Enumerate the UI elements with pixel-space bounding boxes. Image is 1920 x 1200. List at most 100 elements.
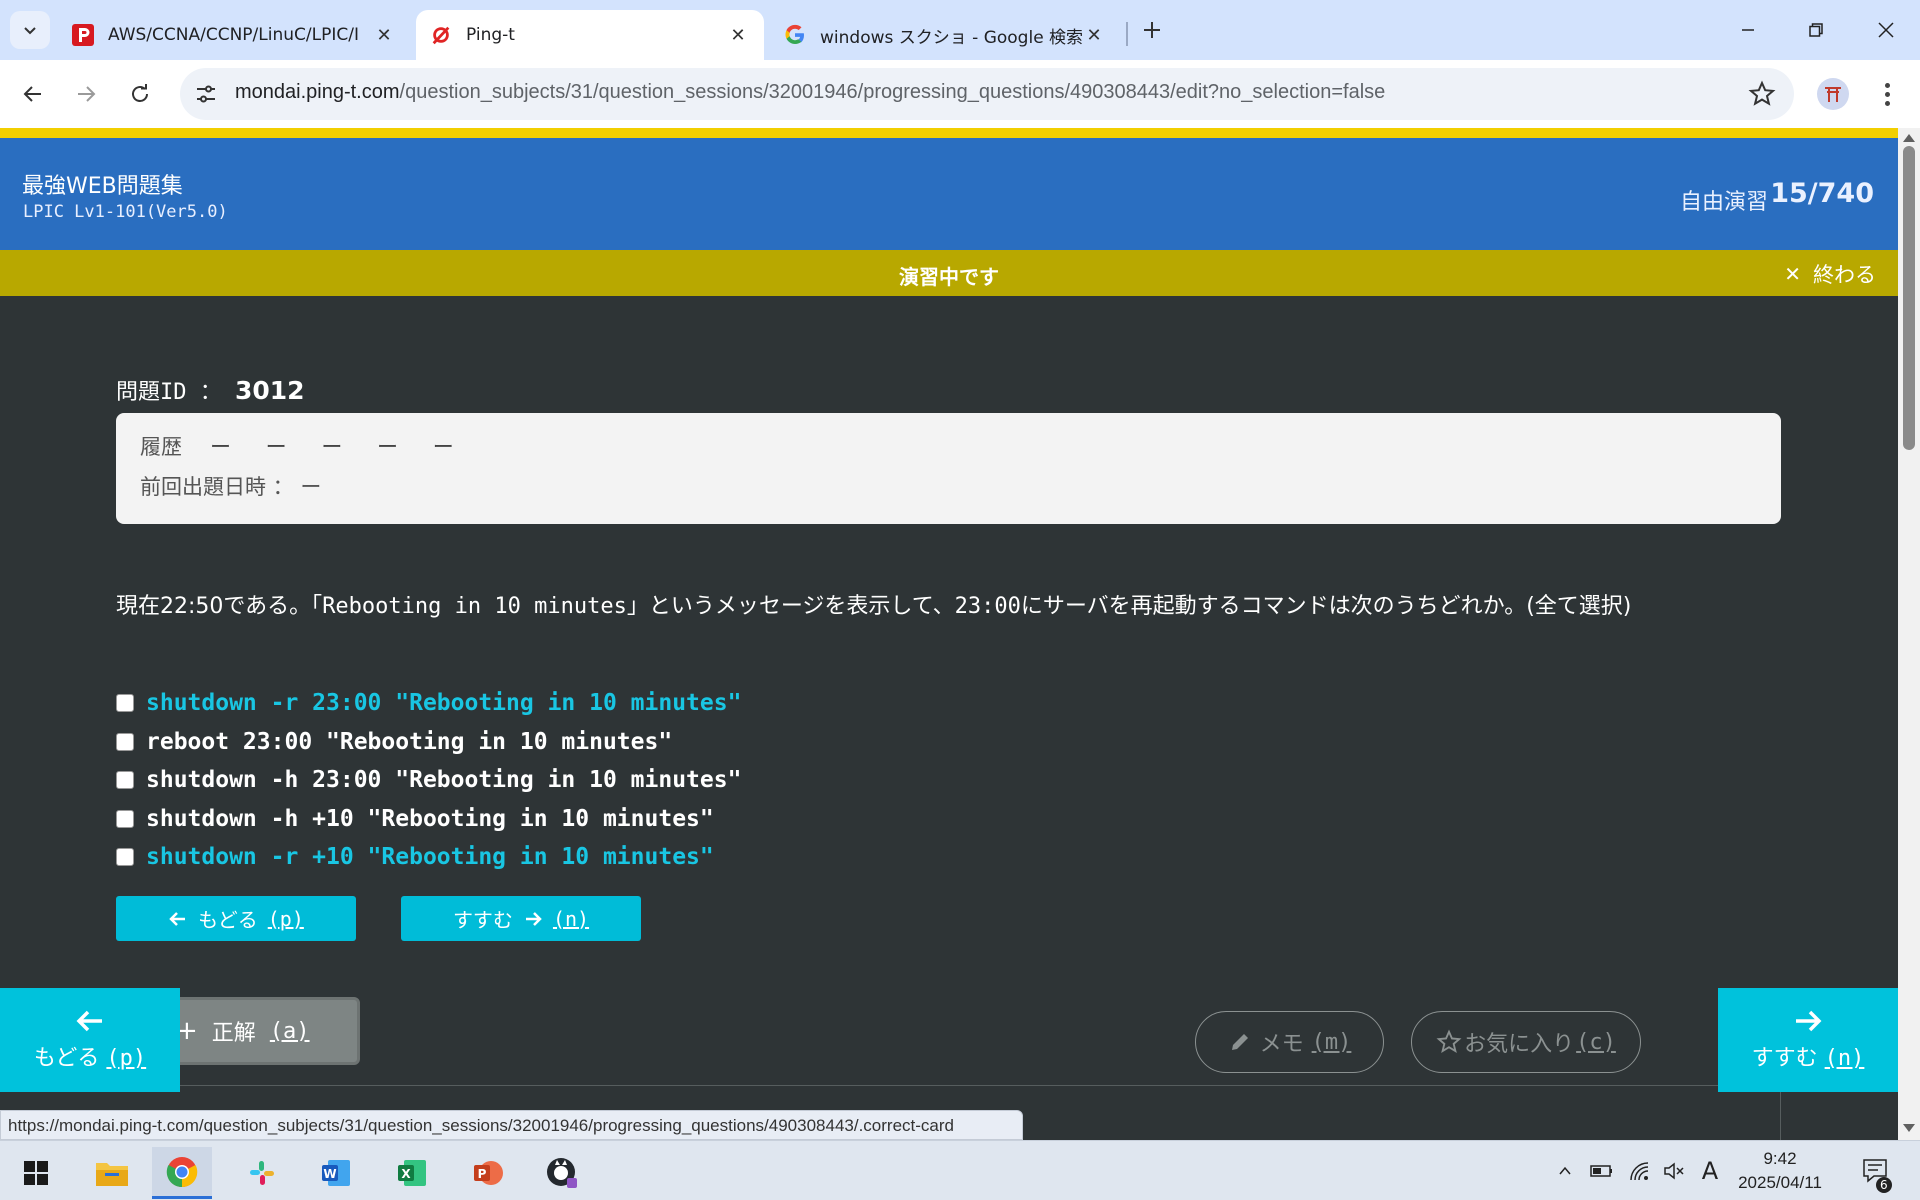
close-tab-icon[interactable]: ✕	[1082, 25, 1106, 46]
address-bar[interactable]: mondai.ping-t.com/question_subjects/31/q…	[180, 68, 1794, 120]
slack-icon[interactable]	[232, 1147, 292, 1199]
clock-time: 9:42	[1763, 1149, 1797, 1168]
battery-icon[interactable]	[1588, 1141, 1616, 1200]
browser-menu-button[interactable]	[1872, 78, 1902, 110]
link-hover-status: https://mondai.ping-t.com/question_subje…	[0, 1110, 1023, 1140]
chrome-taskbar-icon[interactable]	[152, 1147, 212, 1199]
mode-label: 自由演習	[1679, 190, 1768, 215]
plus-icon	[1144, 22, 1160, 38]
side-back-label: もどる	[33, 1046, 100, 1071]
tab-ping-t[interactable]: Ping-t ✕	[416, 10, 764, 60]
option-checkbox[interactable]	[116, 848, 134, 867]
arrow-left-icon	[23, 86, 41, 102]
question-text-part: 現在22:50である。「	[116, 594, 323, 619]
question-id: 問題ID ： 3012	[116, 374, 305, 406]
side-next-shortcut: (n)	[1824, 1046, 1865, 1071]
github-desktop-icon[interactable]	[532, 1147, 592, 1199]
site-settings-icon[interactable]	[194, 82, 218, 106]
forward-button[interactable]	[68, 76, 104, 112]
back-question-button[interactable]: もどる (p)	[116, 896, 356, 941]
option-checkbox[interactable]	[116, 732, 134, 751]
option-checkbox[interactable]	[116, 809, 134, 828]
reload-icon	[132, 84, 148, 102]
svg-text:W: W	[323, 1167, 336, 1181]
tab-aws[interactable]: AWS/CCNA/CCNP/LinuC/LPIC/I ✕	[58, 10, 410, 60]
url-text[interactable]: mondai.ping-t.com/question_subjects/31/q…	[235, 81, 1385, 104]
new-tab-button[interactable]	[1136, 14, 1168, 46]
back-label: もどる	[198, 908, 258, 932]
ime-indicator[interactable]: A	[1696, 1141, 1724, 1200]
scroll-down-arrow[interactable]	[1903, 1124, 1915, 1132]
tab-title: windows スクショ - Google 検索	[820, 27, 1082, 48]
question-code: Rebooting in 10 minutes	[322, 594, 627, 619]
option-text[interactable]: shutdown -h +10 "Rebooting in 10 minutes…	[146, 806, 714, 832]
option-4[interactable]: shutdown -h +10 "Rebooting in 10 minutes…	[116, 800, 741, 839]
file-explorer-icon[interactable]	[82, 1147, 142, 1199]
arrow-right-icon	[525, 911, 542, 926]
option-2[interactable]: reboot 23:00 "Rebooting in 10 minutes"	[116, 723, 741, 762]
restore-icon	[1809, 23, 1823, 37]
option-text[interactable]: shutdown -h 23:00 "Rebooting in 10 minut…	[146, 767, 741, 793]
svg-text:X: X	[401, 1167, 411, 1181]
show-answer-button[interactable]: + 正解 (a)	[155, 997, 360, 1065]
option-text[interactable]: shutdown -r 23:00 "Rebooting in 10 minut…	[146, 690, 741, 716]
history-values: ー ー ー ー ー	[210, 435, 468, 459]
next-label: すすむ	[452, 908, 513, 932]
volume-muted-icon[interactable]	[1660, 1141, 1688, 1200]
close-icon	[1878, 22, 1894, 38]
option-5[interactable]: shutdown -r +10 "Rebooting in 10 minutes…	[116, 838, 741, 877]
notification-center-button[interactable]: 6	[1856, 1141, 1896, 1200]
show-hidden-icons-button[interactable]	[1552, 1141, 1578, 1200]
minimize-button[interactable]	[1728, 12, 1768, 48]
taskbar-clock[interactable]: 9:42 2025/04/11	[1730, 1147, 1830, 1195]
svg-text:P: P	[478, 1167, 487, 1181]
powerpoint-icon[interactable]: P	[458, 1147, 518, 1199]
arrow-left-icon	[76, 1010, 102, 1032]
tab-separator	[1126, 22, 1128, 46]
page-scrollbar[interactable]	[1898, 128, 1920, 1140]
option-checkbox[interactable]	[116, 771, 134, 790]
scroll-up-arrow[interactable]	[1903, 134, 1915, 142]
windows-taskbar: W X P A 9:42 2025/04/11 6	[0, 1140, 1920, 1200]
answer-options: shutdown -r 23:00 "Rebooting in 10 minut…	[116, 684, 741, 877]
option-text[interactable]: reboot 23:00 "Rebooting in 10 minutes"	[146, 729, 672, 755]
site-header: 最強WEB問題集 LPIC Lv1-101(Ver5.0) 自由演習 15/74…	[0, 138, 1898, 250]
tab-google[interactable]: windows スクショ - Google 検索 ✕	[770, 10, 1120, 60]
close-window-button[interactable]	[1866, 12, 1906, 48]
restore-button[interactable]	[1796, 12, 1836, 48]
browser-tab-bar: AWS/CCNA/CCNP/LinuC/LPIC/I ✕ Ping-t ✕ wi…	[0, 0, 1920, 60]
side-next-button[interactable]: すすむ (n)	[1718, 988, 1898, 1092]
option-text[interactable]: shutdown -r +10 "Rebooting in 10 minutes…	[146, 844, 714, 870]
site-title[interactable]: 最強WEB問題集	[22, 168, 183, 200]
ping-t-logo-icon	[430, 24, 452, 46]
reload-button[interactable]	[122, 76, 158, 112]
excel-icon[interactable]: X	[382, 1147, 442, 1199]
next-question-button[interactable]: すすむ (n)	[401, 896, 641, 941]
tab-search-button[interactable]	[10, 11, 50, 49]
profile-avatar[interactable]	[1817, 78, 1849, 110]
next-shortcut: (n)	[552, 906, 590, 931]
close-tab-icon[interactable]: ✕	[372, 25, 396, 46]
divider	[116, 1085, 1781, 1086]
url-path: /question_subjects/31/question_sessions/…	[399, 81, 1386, 103]
start-button[interactable]	[6, 1147, 66, 1199]
option-checkbox[interactable]	[116, 694, 134, 713]
bookmark-star-icon[interactable]	[1748, 80, 1776, 108]
ping-t-p-icon	[72, 24, 94, 46]
back-button[interactable]	[15, 76, 51, 112]
question-text: 現在22:50である。「Rebooting in 10 minutes」というメ…	[116, 588, 1631, 620]
side-back-button[interactable]: もどる (p)	[0, 988, 180, 1092]
favorite-button[interactable]: お気に入り (c)	[1411, 1011, 1641, 1073]
close-tab-icon[interactable]: ✕	[726, 25, 750, 46]
option-3[interactable]: shutdown -h 23:00 "Rebooting in 10 minut…	[116, 761, 741, 800]
wifi-icon[interactable]	[1626, 1141, 1654, 1200]
option-1[interactable]: shutdown -r 23:00 "Rebooting in 10 minut…	[116, 684, 741, 723]
finish-button[interactable]: ✕ 終わる	[1784, 259, 1876, 289]
memo-button[interactable]: メモ (m)	[1195, 1011, 1384, 1073]
word-icon[interactable]: W	[306, 1147, 366, 1199]
status-bar: 演習中です ✕ 終わる	[0, 250, 1898, 296]
last-asked: 前回出題日時 ： ー	[140, 475, 322, 499]
google-icon	[784, 24, 806, 46]
scrollbar-thumb[interactable]	[1903, 146, 1915, 450]
question-id-label: 問題ID ：	[116, 380, 235, 405]
